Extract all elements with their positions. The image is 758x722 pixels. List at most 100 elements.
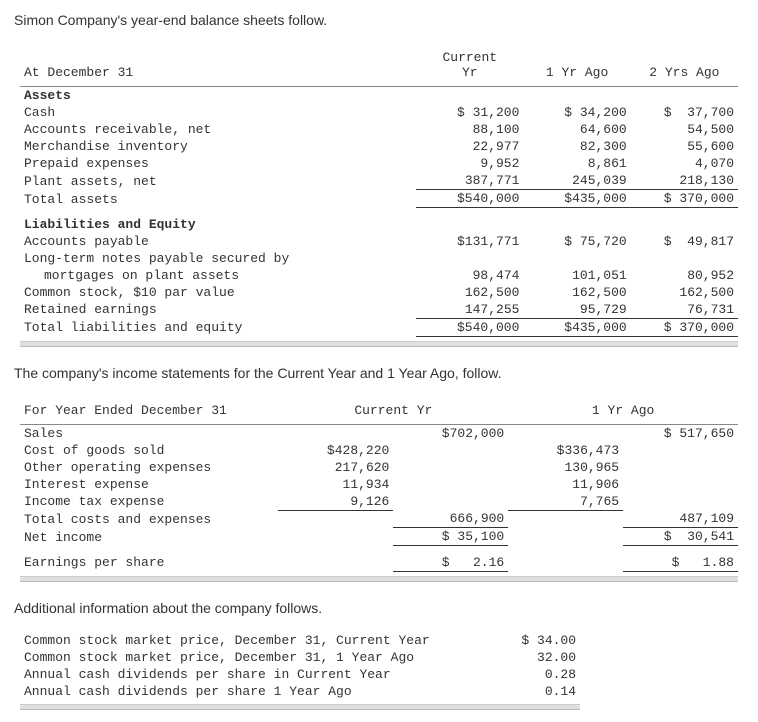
table-row: Common stock, $10 par value 162,500 162,… xyxy=(20,284,738,301)
table-row: Cash $ 31,200 $ 34,200 $ 37,700 xyxy=(20,104,738,121)
val: 217,620 xyxy=(278,459,393,476)
label-cs: Common stock, $10 par value xyxy=(20,284,416,301)
table-row: Long-term notes payable secured by xyxy=(20,250,738,267)
label-total-assets: Total assets xyxy=(20,190,416,208)
val: 101,051 xyxy=(523,267,630,284)
is-hdr-label: For Year Ended December 31 xyxy=(20,397,278,425)
val: 130,965 xyxy=(508,459,623,476)
val: 218,130 xyxy=(631,172,738,190)
table-row: Cost of goods sold $428,220 $336,473 xyxy=(20,442,738,459)
table-row: Merchandise inventory 22,977 82,300 55,6… xyxy=(20,138,738,155)
label-plant: Plant assets, net xyxy=(20,172,416,190)
val: 162,500 xyxy=(523,284,630,301)
label-add1: Common stock market price, December 31, … xyxy=(20,632,506,649)
val: 95,729 xyxy=(523,301,630,319)
label-eps: Earnings per share xyxy=(20,554,278,572)
val: 55,600 xyxy=(631,138,738,155)
table-row: Accounts payable $131,771 $ 75,720 $ 49,… xyxy=(20,233,738,250)
val: 32.00 xyxy=(506,649,580,666)
val: 80,952 xyxy=(631,267,738,284)
label-re: Retained earnings xyxy=(20,301,416,319)
val: 162,500 xyxy=(416,284,523,301)
label-tle: Total liabilities and equity xyxy=(20,318,416,336)
val: $428,220 xyxy=(278,442,393,459)
val: $435,000 xyxy=(523,318,630,336)
label-inv: Merchandise inventory xyxy=(20,138,416,155)
val: $540,000 xyxy=(416,318,523,336)
table-row: Interest expense 11,934 11,906 xyxy=(20,476,738,493)
val: $ 517,650 xyxy=(623,424,738,442)
table-row: Common stock market price, December 31, … xyxy=(20,632,580,649)
assets-header: Assets xyxy=(20,87,416,105)
label-sales: Sales xyxy=(20,424,278,442)
val: 54,500 xyxy=(631,121,738,138)
val: $ 2.16 xyxy=(393,554,508,572)
liab-header: Liabilities and Equity xyxy=(20,216,416,233)
val: $ 34,200 xyxy=(523,104,630,121)
val: 0.28 xyxy=(506,666,580,683)
is-hdr-py: 1 Yr Ago xyxy=(508,397,738,425)
label-ltn1: Long-term notes payable secured by xyxy=(20,250,416,267)
val: $435,000 xyxy=(523,190,630,208)
val: $ 1.88 xyxy=(623,554,738,572)
table-row: Accounts receivable, net 88,100 64,600 5… xyxy=(20,121,738,138)
table-row: Prepaid expenses 9,952 8,861 4,070 xyxy=(20,155,738,172)
table-row: Retained earnings 147,255 95,729 76,731 xyxy=(20,301,738,319)
val: $ 30,541 xyxy=(623,528,738,546)
val: 9,126 xyxy=(278,493,393,511)
label-int: Interest expense xyxy=(20,476,278,493)
val: $ 370,000 xyxy=(631,190,738,208)
table-row: Plant assets, net 387,771 245,039 218,13… xyxy=(20,172,738,190)
val: 7,765 xyxy=(508,493,623,511)
val: 88,100 xyxy=(416,121,523,138)
table-row: Common stock market price, December 31, … xyxy=(20,649,580,666)
label-oop: Other operating expenses xyxy=(20,459,278,476)
val: 64,600 xyxy=(523,121,630,138)
val: 147,255 xyxy=(416,301,523,319)
table-row: Annual cash dividends per share in Curre… xyxy=(20,666,580,683)
intro-balance-sheets: Simon Company's year-end balance sheets … xyxy=(14,12,744,28)
balance-sheet-table: At December 31 Current Yr 1 Yr Ago 2 Yrs… xyxy=(20,44,738,337)
bs-hdr-1yr: 1 Yr Ago xyxy=(523,44,630,87)
val: $702,000 xyxy=(393,424,508,442)
val: 245,039 xyxy=(523,172,630,190)
val: 162,500 xyxy=(631,284,738,301)
label-add4: Annual cash dividends per share 1 Year A… xyxy=(20,683,506,700)
table-row: Total costs and expenses 666,900 487,109 xyxy=(20,510,738,528)
table-row: mortgages on plant assets 98,474 101,051… xyxy=(20,267,738,284)
val: $ 31,200 xyxy=(416,104,523,121)
label-add2: Common stock market price, December 31, … xyxy=(20,649,506,666)
is-hdr-cy: Current Yr xyxy=(278,397,508,425)
val: 9,952 xyxy=(416,155,523,172)
bs-hdr-current: Current Yr xyxy=(416,44,523,87)
table-row: Total assets $540,000 $435,000 $ 370,000 xyxy=(20,190,738,208)
table-row: Annual cash dividends per share 1 Year A… xyxy=(20,683,580,700)
bs-hdr-label: At December 31 xyxy=(20,44,416,87)
val: 0.14 xyxy=(506,683,580,700)
intro-income-statements: The company's income statements for the … xyxy=(14,365,744,381)
val: 11,934 xyxy=(278,476,393,493)
label-prepaid: Prepaid expenses xyxy=(20,155,416,172)
income-statement-table: For Year Ended December 31 Current Yr 1 … xyxy=(20,397,738,572)
table-row: Other operating expenses 217,620 130,965 xyxy=(20,459,738,476)
label-ni: Net income xyxy=(20,528,278,546)
val: $ 49,817 xyxy=(631,233,738,250)
label-ltn2: mortgages on plant assets xyxy=(20,267,416,284)
val: 4,070 xyxy=(631,155,738,172)
label-add3: Annual cash dividends per share in Curre… xyxy=(20,666,506,683)
table-row: Sales $702,000 $ 517,650 xyxy=(20,424,738,442)
label-tcost: Total costs and expenses xyxy=(20,510,278,528)
table-row: Earnings per share $ 2.16 $ 1.88 xyxy=(20,554,738,572)
val: 82,300 xyxy=(523,138,630,155)
label-ap: Accounts payable xyxy=(20,233,416,250)
label-tax: Income tax expense xyxy=(20,493,278,511)
val: 98,474 xyxy=(416,267,523,284)
val: $ 35,100 xyxy=(393,528,508,546)
val: 11,906 xyxy=(508,476,623,493)
val: 22,977 xyxy=(416,138,523,155)
table-row: Net income $ 35,100 $ 30,541 xyxy=(20,528,738,546)
additional-info-table: Common stock market price, December 31, … xyxy=(20,632,580,700)
separator xyxy=(20,341,738,347)
val: $ 34.00 xyxy=(506,632,580,649)
label-ar: Accounts receivable, net xyxy=(20,121,416,138)
